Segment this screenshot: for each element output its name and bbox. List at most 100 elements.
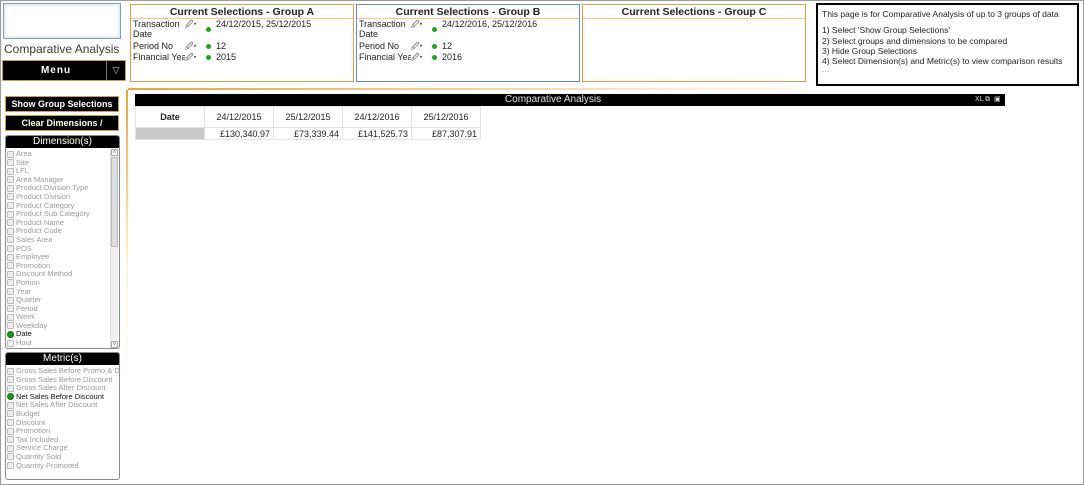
dimension-item-label: Portion: [16, 278, 40, 287]
menu-label: Menu: [40, 65, 72, 76]
dimension-list-item[interactable]: Hour: [7, 339, 119, 348]
dimension-list-item[interactable]: Sales Area: [7, 236, 119, 245]
dimension-list-item[interactable]: Quarter: [7, 296, 119, 305]
field-value: 24/12/2015, 25/12/2015: [216, 19, 312, 29]
dimension-list-item[interactable]: Area: [7, 150, 119, 159]
dimension-item-label: Employee: [16, 253, 50, 262]
dimension-list-item[interactable]: LFL: [7, 167, 119, 176]
dimension-item-label: Area: [16, 150, 32, 158]
clear-dimensions-metrics-button[interactable]: Clear Dimensions / Metrics: [5, 115, 119, 142]
selection-row[interactable]: Period No 🖉▾ 12: [357, 41, 579, 52]
scroll-up-icon[interactable]: ˄: [111, 149, 118, 156]
dimension-list-item[interactable]: Product Sub Category: [7, 210, 119, 219]
field-name: Period No: [359, 41, 400, 51]
metric-item-label: Promotion: [16, 427, 51, 436]
maximize-icon[interactable]: ▣: [994, 95, 1001, 105]
table-column-header[interactable]: 25/12/2015: [273, 106, 343, 128]
dimension-list-item[interactable]: Product Category: [7, 202, 119, 211]
dimension-list-item[interactable]: Product Name: [7, 219, 119, 228]
state-indicator-icon: [7, 384, 14, 392]
dimension-item-label: Product Category: [16, 201, 75, 210]
dimension-list-item[interactable]: Period: [7, 305, 119, 314]
dimension-list-item[interactable]: Product Division Type: [7, 184, 119, 193]
xl-export-icon[interactable]: XL: [975, 95, 984, 105]
state-indicator-icon: [7, 401, 14, 409]
dimension-list-item[interactable]: Site: [7, 159, 119, 168]
dimension-list-item[interactable]: Discount Method: [7, 270, 119, 279]
state-indicator-icon: [7, 436, 14, 444]
dimension-item-label: Area Manager: [16, 175, 64, 184]
dimension-list-item[interactable]: Promotion: [7, 262, 119, 271]
instructions-step: 3) Hide Group Selections: [822, 45, 917, 56]
instructions-step: 2) Select groups and dimensions to be co…: [822, 35, 1008, 46]
selection-row[interactable]: Financial Year 🖉▾ 2016: [357, 52, 579, 63]
metric-list-item[interactable]: Gross Sales After Discount: [7, 384, 119, 393]
state-indicator-icon: [7, 159, 14, 167]
table-column-header[interactable]: 24/12/2016: [342, 106, 412, 128]
metric-list-item[interactable]: Tax Included: [7, 436, 119, 445]
dimension-list-item[interactable]: Portion: [7, 279, 119, 288]
state-indicator-icon: [7, 288, 14, 296]
selection-row[interactable]: Financial Year 🖉▾ 2015: [131, 52, 353, 63]
dimension-item-label: Period: [16, 304, 38, 313]
selection-row[interactable]: Transaction Date 🖉▾ 24/12/2016, 25/12/2016: [357, 19, 579, 41]
edit-dropdown-icon[interactable]: 🖉▾: [185, 19, 197, 33]
dimension-list-item[interactable]: Date: [7, 330, 119, 339]
metric-list-item[interactable]: Discount: [7, 419, 119, 428]
dimensions-scrollbar[interactable]: ˄ ˅: [110, 149, 118, 348]
scroll-thumb[interactable]: [111, 157, 118, 247]
metric-list-item[interactable]: Net Sales Before Discount: [7, 393, 119, 402]
menu-button[interactable]: Menu ▽: [2, 60, 126, 81]
selection-row[interactable]: Period No 🖉▾ 12: [131, 41, 353, 52]
edit-dropdown-icon[interactable]: 🖉▾: [411, 19, 423, 33]
selection-row[interactable]: Transaction Date 🖉▾ 24/12/2015, 25/12/2015: [131, 19, 353, 41]
field-value: 2016: [442, 52, 463, 62]
state-indicator-icon: [7, 393, 14, 401]
state-indicator-icon: [7, 330, 14, 338]
field-value: 24/12/2016, 25/12/2016: [442, 19, 538, 29]
dimension-item-label: Product Division Type: [16, 184, 89, 193]
state-indicator-icon: [7, 219, 14, 227]
show-group-selections-button[interactable]: Show Group Selections: [5, 96, 119, 112]
metric-item-label: Service Charge: [16, 444, 68, 453]
dimension-list-item[interactable]: Product Code: [7, 227, 119, 236]
state-indicator-icon: [7, 262, 14, 270]
metrics-listbox: Metric(s) Gross Sales Before Promo & Dis…: [5, 352, 120, 480]
state-indicator-icon: [7, 339, 14, 347]
restore-icon[interactable]: ⧉: [985, 95, 990, 105]
metric-list-item[interactable]: Gross Sales Before Discount: [7, 376, 119, 385]
dimension-list-item[interactable]: Employee: [7, 253, 119, 262]
state-indicator-icon: [7, 202, 14, 210]
dimension-list-item[interactable]: Weekday: [7, 322, 119, 331]
metric-list-item[interactable]: Net Sales After Discount: [7, 401, 119, 410]
metrics-list: Gross Sales Before Promo & Dis Gross Sale…: [6, 365, 119, 470]
edit-dropdown-icon[interactable]: 🖉▾: [185, 52, 197, 66]
group-a-box: Current Selections - Group A Transaction D…: [130, 4, 354, 82]
dimension-list-item[interactable]: Year: [7, 288, 119, 297]
chevron-down-icon[interactable]: ▽: [106, 61, 125, 80]
dimension-list-item[interactable]: POS: [7, 245, 119, 254]
selected-dot-icon: [206, 27, 211, 32]
metric-list-item[interactable]: Quantity Sold: [7, 453, 119, 462]
table-column-header[interactable]: 25/12/2016: [411, 106, 481, 128]
metric-list-item[interactable]: Gross Sales Before Promo & Dis: [7, 367, 119, 376]
dimension-list-item[interactable]: Product Division: [7, 193, 119, 202]
table-dimension-header[interactable]: Date: [135, 106, 205, 128]
dimension-list-item[interactable]: Week: [7, 313, 119, 322]
scroll-down-icon[interactable]: ˅: [111, 341, 118, 348]
dimension-item-label: Date: [16, 330, 32, 339]
dimension-list-item[interactable]: Area Manager: [7, 176, 119, 185]
selected-dot-icon: [432, 44, 437, 49]
metric-item-label: Gross Sales Before Discount: [16, 375, 113, 384]
state-indicator-icon: [7, 193, 14, 201]
table-column-header[interactable]: 24/12/2015: [204, 106, 274, 128]
metric-list-item[interactable]: Quantity Promoted: [7, 462, 119, 471]
chart-title: Comparative Analysis: [504, 94, 602, 105]
metric-list-item[interactable]: Promotion: [7, 427, 119, 436]
dimension-item-label: Year: [16, 287, 32, 296]
metric-list-item[interactable]: Budget: [7, 410, 119, 419]
state-indicator-icon: [7, 322, 14, 330]
edit-dropdown-icon[interactable]: 🖉▾: [411, 52, 423, 66]
dimension-item-label: Product Code: [16, 227, 62, 236]
metric-list-item[interactable]: Service Charge: [7, 444, 119, 453]
